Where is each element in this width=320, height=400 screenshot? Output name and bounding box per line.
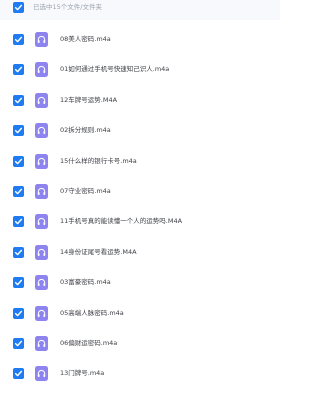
audio-file-icon <box>35 335 48 351</box>
file-row[interactable]: 15什么样的银行卡号.m4a <box>0 142 280 172</box>
file-name: 01如何通过手机号快速知己识人.m4a <box>60 65 170 74</box>
check-icon <box>14 36 23 43</box>
check-icon <box>14 310 23 316</box>
audio-file-icon <box>35 275 48 291</box>
audio-file-icon <box>35 305 48 321</box>
file-checkbox[interactable] <box>13 185 24 197</box>
file-name: 13门牌号.m4a <box>60 369 105 378</box>
headphones-icon <box>37 66 46 74</box>
audio-file-icon <box>35 366 48 382</box>
file-checkbox[interactable] <box>13 34 24 45</box>
file-name: 02拆分规则.m4a <box>60 126 111 135</box>
file-list: 08美人密码.m4a 01如何通过手机号快速知己识人.m4a 12车牌号运势.M… <box>0 20 280 385</box>
check-icon <box>14 370 23 377</box>
audio-file-icon <box>35 62 48 78</box>
file-checkbox[interactable] <box>13 64 24 76</box>
audio-file-icon <box>35 214 48 230</box>
selection-header: 已选中15个文件/文件夹 <box>0 0 280 20</box>
file-row[interactable]: 12车牌号运势.M4A <box>0 81 280 111</box>
audio-file-icon <box>35 92 48 108</box>
file-name: 08美人密码.m4a <box>60 35 111 43</box>
file-row[interactable]: 02拆分规则.m4a <box>0 111 280 141</box>
audio-file-icon <box>35 183 48 199</box>
file-row[interactable]: 11手机号真的能读懂一个人的运势吗.M4A <box>0 202 280 232</box>
check-icon <box>14 4 23 11</box>
headphones-icon <box>37 339 46 347</box>
file-selection-screen: 已选中15个文件/文件夹 08美人密码.m4a 01如何通过手机号快速知己识人.… <box>0 0 280 400</box>
audio-file-icon <box>35 244 48 260</box>
headphones-icon <box>37 248 46 256</box>
file-name: 03富豪密码.m4a <box>60 278 111 287</box>
audio-file-icon <box>35 123 48 139</box>
headphones-icon <box>37 218 46 226</box>
file-row[interactable]: 06偏财运密码.m4a <box>0 324 280 354</box>
file-name: 15什么样的银行卡号.m4a <box>60 156 137 165</box>
selection-count-label: 已选中15个文件/文件夹 <box>33 3 102 11</box>
file-checkbox[interactable] <box>13 307 24 319</box>
file-row[interactable]: 05高端人脉密码.m4a <box>0 294 280 324</box>
audio-file-icon <box>35 32 48 47</box>
check-icon <box>14 188 23 195</box>
file-row[interactable]: 01如何通过手机号快速知己识人.m4a <box>0 50 280 80</box>
check-icon <box>14 340 23 347</box>
check-icon <box>14 127 23 134</box>
check-icon <box>14 279 23 286</box>
headphones-icon <box>37 370 46 378</box>
file-name: 07守业密码.m4a <box>60 186 111 195</box>
file-row[interactable]: 08美人密码.m4a <box>0 20 280 50</box>
check-icon <box>14 249 23 256</box>
check-icon <box>14 97 23 104</box>
check-icon <box>14 219 23 225</box>
file-row[interactable]: 03富豪密码.m4a <box>0 263 280 293</box>
file-checkbox[interactable] <box>13 125 24 137</box>
headphones-icon <box>37 35 46 43</box>
file-row[interactable]: 13门牌号.m4a <box>0 354 280 384</box>
check-icon <box>14 158 23 164</box>
file-checkbox[interactable] <box>13 155 24 167</box>
headphones-icon <box>37 127 46 135</box>
file-checkbox[interactable] <box>13 368 24 380</box>
headphones-icon <box>37 96 46 104</box>
file-row[interactable]: 07守业密码.m4a <box>0 172 280 202</box>
headphones-icon <box>37 187 46 195</box>
audio-file-icon <box>35 153 48 169</box>
headphones-icon <box>37 157 46 165</box>
check-icon <box>14 67 23 73</box>
file-row[interactable]: 14身份证尾号看运势.M4A <box>0 233 280 263</box>
file-name: 06偏财运密码.m4a <box>60 338 118 347</box>
select-all-checkbox[interactable] <box>13 2 24 13</box>
file-checkbox[interactable] <box>13 216 24 228</box>
file-name: 05高端人脉密码.m4a <box>60 308 124 317</box>
file-name: 12车牌号运势.M4A <box>60 95 118 104</box>
file-checkbox[interactable] <box>13 277 24 289</box>
file-name: 11手机号真的能读懂一个人的运势吗.M4A <box>60 217 183 226</box>
file-checkbox[interactable] <box>13 94 24 106</box>
headphones-icon <box>37 279 46 287</box>
file-checkbox[interactable] <box>13 337 24 349</box>
file-name: 14身份证尾号看运势.M4A <box>60 247 137 256</box>
headphones-icon <box>37 309 46 317</box>
file-checkbox[interactable] <box>13 246 24 258</box>
